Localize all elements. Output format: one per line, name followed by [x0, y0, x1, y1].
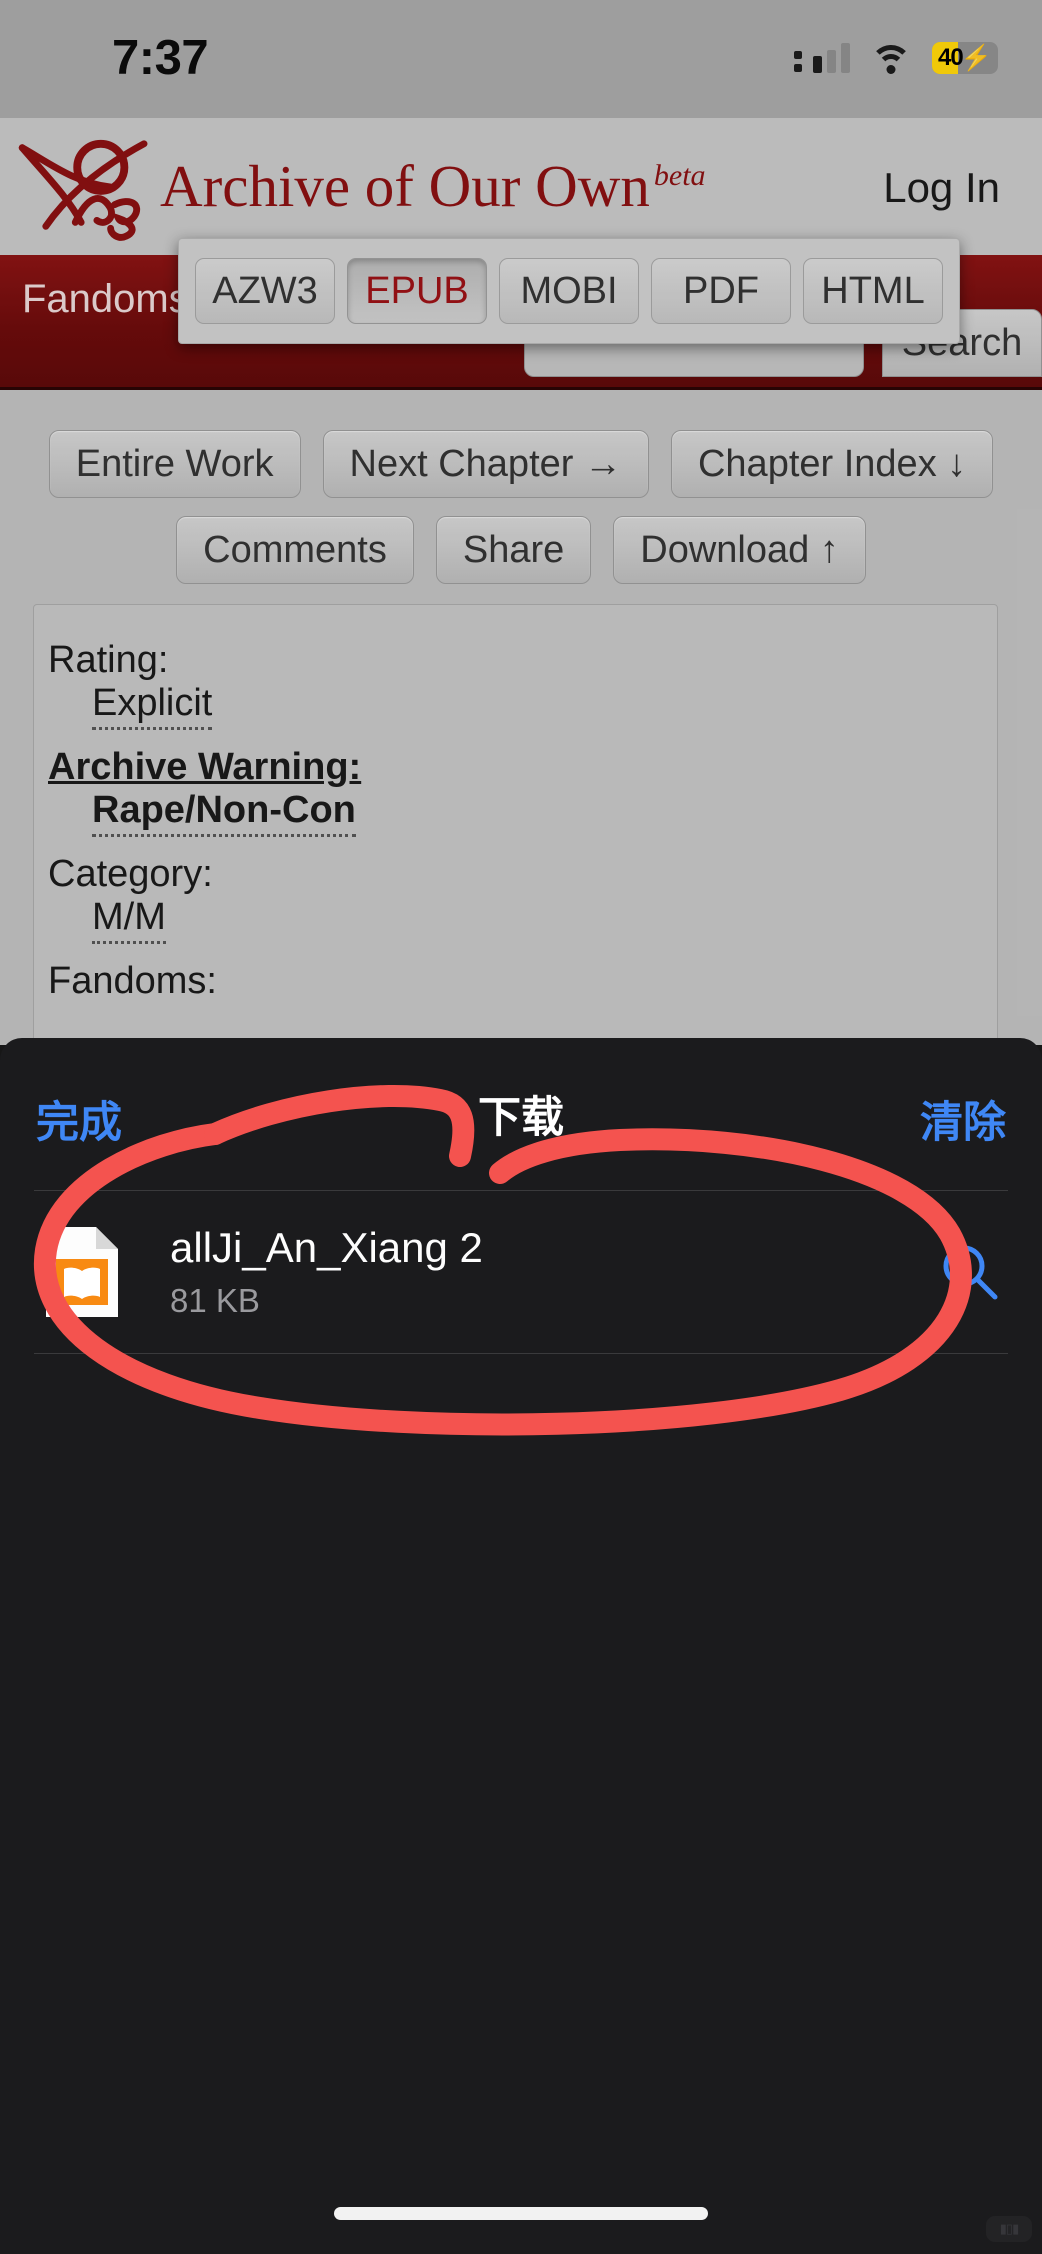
download-file-size: 81 KB — [170, 1282, 260, 1320]
download-item-text: allJi_An_Xiang 2 81 KB — [170, 1224, 938, 1320]
sheet-divider-bottom — [34, 1353, 1008, 1354]
home-indicator[interactable] — [334, 2207, 708, 2220]
safari-web-page: 7:37 40 ⚡ Archive of Our Own beta Log In… — [0, 0, 1042, 1045]
page-dim-overlay — [0, 0, 1042, 1045]
download-file-name: allJi_An_Xiang 2 — [170, 1223, 483, 1271]
downloads-sheet-title: 下载 — [478, 1094, 564, 1142]
downloads-sheet: 完成 下载 清除 allJi_An_Xiang 2 81 KB ▮▯▮ — [0, 1038, 1042, 2254]
download-list-item[interactable]: allJi_An_Xiang 2 81 KB — [0, 1191, 1042, 1353]
clear-button[interactable]: 清除 — [920, 1088, 1006, 1150]
done-button[interactable]: 完成 — [36, 1088, 122, 1150]
screenshot-watermark: ▮▯▮ — [986, 2216, 1032, 2242]
downloads-sheet-header: 完成 下载 清除 — [0, 1038, 1042, 1190]
epub-document-icon — [46, 1227, 118, 1317]
search-icon[interactable] — [938, 1240, 1002, 1304]
